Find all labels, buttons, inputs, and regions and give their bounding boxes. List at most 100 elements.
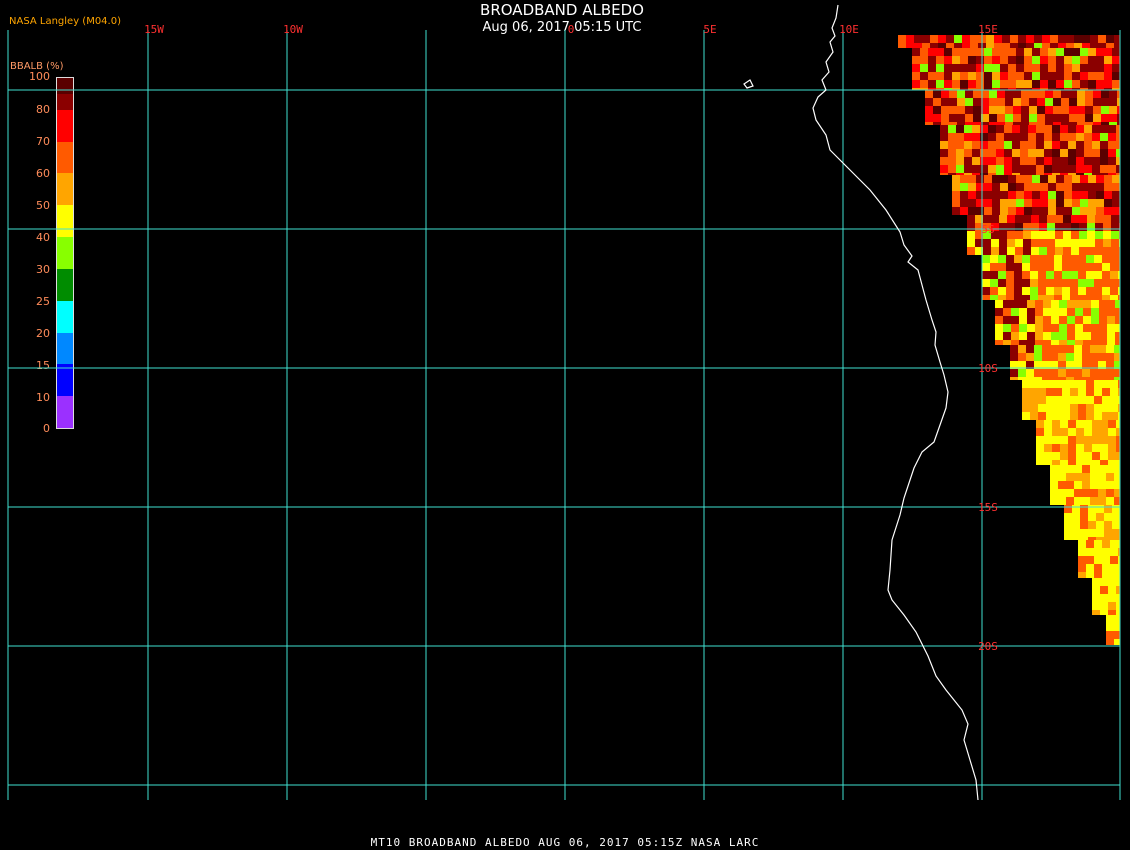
albedo-pixel — [912, 80, 920, 88]
albedo-pixel — [1037, 106, 1045, 114]
albedo-pixel — [1103, 223, 1111, 231]
albedo-pixel — [1068, 420, 1076, 428]
albedo-pixel — [1032, 80, 1040, 88]
albedo-pixel — [1026, 353, 1034, 361]
albedo-pixel — [984, 72, 992, 80]
albedo-pixel — [1068, 149, 1076, 157]
albedo-pixel — [1063, 223, 1071, 231]
albedo-pixel — [1024, 80, 1032, 88]
albedo-pixel — [1083, 316, 1091, 324]
albedo-pixel — [991, 247, 999, 255]
albedo-pixel — [1040, 56, 1048, 64]
albedo-pixel — [1037, 90, 1045, 98]
albedo-pixel — [1114, 639, 1120, 645]
albedo-pixel — [1038, 295, 1046, 300]
albedo-pixel — [1090, 369, 1098, 377]
albedo-pixel — [989, 122, 997, 125]
albedo-pixel — [1092, 149, 1100, 157]
albedo-pixel — [949, 90, 957, 98]
albedo-pixel — [1064, 207, 1072, 215]
albedo-pixel — [973, 106, 981, 114]
albedo-pixel — [1043, 324, 1051, 332]
albedo-pixel — [1064, 80, 1072, 88]
albedo-pixel — [1060, 157, 1068, 165]
albedo-pixel — [1030, 295, 1038, 300]
albedo-pixel — [1094, 388, 1102, 396]
albedo-pixel — [1060, 460, 1068, 465]
albedo-pixel — [990, 271, 998, 279]
albedo-pixel — [1036, 460, 1044, 465]
albedo-pixel — [976, 72, 984, 80]
albedo-pixel — [1078, 255, 1086, 263]
albedo-pixel — [1060, 149, 1068, 157]
albedo-pixel — [984, 48, 992, 56]
albedo-pixel — [1062, 263, 1070, 271]
albedo-pixel — [928, 56, 936, 64]
albedo-pixel — [1066, 345, 1074, 353]
albedo-pixel — [1059, 332, 1067, 340]
albedo-pixel — [1111, 247, 1119, 255]
albedo-pixel — [1030, 404, 1038, 412]
albedo-pixel — [1064, 521, 1072, 529]
longitude-label: 10W — [283, 23, 303, 36]
albedo-pixel — [1012, 149, 1020, 157]
albedo-pixel — [991, 239, 999, 247]
albedo-pixel — [1108, 602, 1116, 610]
albedo-pixel — [1102, 540, 1110, 548]
albedo-pixel — [1036, 173, 1044, 175]
albedo-pixel — [928, 80, 936, 88]
albedo-pixel — [1108, 157, 1116, 165]
albedo-pixel — [1023, 223, 1031, 231]
albedo-pixel — [1056, 80, 1064, 88]
albedo-pixel — [997, 106, 1005, 114]
albedo-pixel — [957, 122, 965, 125]
albedo-pixel — [1030, 412, 1038, 420]
albedo-pixel — [1071, 231, 1079, 239]
albedo-pixel — [1087, 215, 1095, 223]
albedo-pixel — [952, 183, 960, 191]
albedo-pixel — [1091, 332, 1099, 340]
albedo-pixel — [1024, 56, 1032, 64]
albedo-pixel — [1094, 279, 1102, 287]
albedo-pixel — [941, 98, 949, 106]
albedo-pixel — [965, 98, 973, 106]
albedo-pixel — [1094, 564, 1102, 572]
albedo-pixel — [1052, 173, 1060, 175]
albedo-pixel — [1095, 239, 1103, 247]
albedo-pixel — [1055, 247, 1063, 255]
albedo-pixel — [1115, 332, 1120, 340]
albedo-pixel — [1084, 173, 1092, 175]
albedo-pixel — [976, 175, 984, 183]
albedo-pixel — [1005, 114, 1013, 122]
albedo-pixel — [1108, 444, 1116, 452]
albedo-pixel — [1059, 308, 1067, 316]
albedo-pixel — [988, 173, 996, 175]
albedo-pixel — [1058, 35, 1066, 43]
albedo-pixel — [1066, 497, 1074, 505]
albedo-pixel — [1007, 223, 1015, 231]
albedo-pixel — [1024, 64, 1032, 72]
albedo-pixel — [948, 165, 956, 173]
albedo-pixel — [1058, 377, 1066, 380]
albedo-pixel — [1015, 223, 1023, 231]
albedo-pixel — [1063, 215, 1071, 223]
albedo-pixel — [1053, 114, 1061, 122]
albedo-pixel — [1008, 72, 1016, 80]
albedo-pixel — [1114, 345, 1120, 353]
albedo-pixel — [1093, 90, 1101, 98]
albedo-pixel — [1038, 271, 1046, 279]
albedo-pixel — [1094, 295, 1102, 300]
albedo-pixel — [1018, 345, 1026, 353]
albedo-pixel — [1000, 56, 1008, 64]
albedo-pixel — [1087, 247, 1095, 255]
albedo-pixel — [1053, 98, 1061, 106]
albedo-pixel — [1077, 90, 1085, 98]
albedo-pixel — [1110, 271, 1118, 279]
albedo-pixel — [1002, 43, 1010, 48]
albedo-pixel — [1098, 473, 1106, 481]
albedo-pixel — [980, 173, 988, 175]
albedo-pixel — [1084, 436, 1092, 444]
albedo-pixel — [980, 133, 988, 141]
albedo-pixel — [995, 332, 1003, 340]
albedo-pixel — [1042, 377, 1050, 380]
